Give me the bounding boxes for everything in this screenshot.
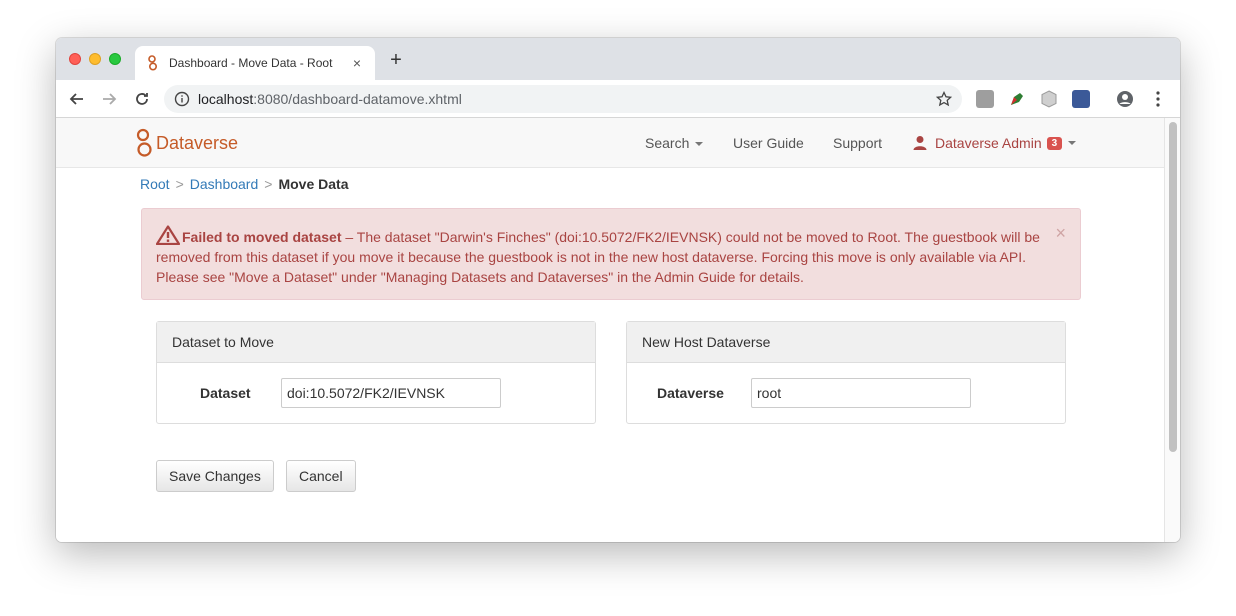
- warning-icon: [156, 225, 180, 245]
- panel-body: Dataverse: [627, 363, 1065, 423]
- url-text[interactable]: localhost:8080/dashboard-datamove.xhtml: [198, 91, 462, 107]
- error-alert: Failed to moved dataset – The dataset "D…: [141, 208, 1081, 300]
- brand-text: Dataverse: [156, 132, 239, 153]
- address-bar[interactable]: localhost:8080/dashboard-datamove.xhtml: [164, 85, 962, 113]
- dataset-to-move-panel: Dataset to Move Dataset: [156, 321, 596, 424]
- page-scrollbar[interactable]: [1164, 118, 1180, 542]
- arrow-left-icon: [69, 93, 83, 105]
- minimize-window-button[interactable]: [89, 53, 101, 65]
- user-icon: [913, 136, 927, 150]
- dataset-input[interactable]: [281, 378, 501, 408]
- site-navbar: Dataverse Search User Guide Support Data…: [56, 118, 1164, 168]
- more-vertical-icon: [1156, 91, 1160, 107]
- extension-pen-icon[interactable]: [1008, 90, 1026, 108]
- forward-button[interactable]: [98, 88, 120, 110]
- info-icon[interactable]: [174, 91, 190, 107]
- tab-strip: Dashboard - Move Data - Root × +: [56, 38, 1180, 80]
- tab-title: Dashboard - Move Data - Root: [169, 56, 333, 70]
- alert-close-button[interactable]: ×: [1055, 223, 1066, 243]
- reload-button[interactable]: [131, 88, 153, 110]
- browser-menu-button[interactable]: [1147, 88, 1169, 110]
- cancel-button[interactable]: Cancel: [286, 460, 356, 492]
- search-menu[interactable]: Search: [645, 135, 704, 151]
- dataverse-label: Dataverse: [657, 385, 724, 401]
- bookmark-star-icon[interactable]: [936, 91, 952, 107]
- user-menu[interactable]: Dataverse Admin 3: [912, 135, 1077, 151]
- panel-heading: New Host Dataverse: [627, 322, 1065, 363]
- panel-heading: Dataset to Move: [157, 322, 595, 363]
- dataverse-input[interactable]: [751, 378, 971, 408]
- account-circle-icon: [1117, 91, 1133, 107]
- extension-shield-icon[interactable]: [1040, 90, 1058, 108]
- browser-window: Dashboard - Move Data - Root × + localho…: [56, 38, 1180, 542]
- notification-badge: 3: [1046, 136, 1063, 150]
- close-window-button[interactable]: [69, 53, 81, 65]
- back-button[interactable]: [66, 88, 88, 110]
- new-tab-button[interactable]: +: [386, 50, 406, 70]
- save-changes-button[interactable]: Save Changes: [156, 460, 274, 492]
- alert-title: Failed to moved dataset: [182, 229, 342, 245]
- dataverse-logo-icon: [136, 128, 152, 157]
- page-content: Dataverse Search User Guide Support Data…: [56, 118, 1164, 542]
- caret-down-icon: [695, 142, 704, 147]
- new-host-dataverse-panel: New Host Dataverse Dataverse: [626, 321, 1066, 424]
- tab-close-icon[interactable]: ×: [349, 55, 365, 71]
- breadcrumb-current: Move Data: [278, 176, 349, 192]
- breadcrumb-separator: >: [175, 176, 184, 192]
- profile-button[interactable]: [1114, 88, 1136, 110]
- arrow-right-icon: [103, 93, 117, 105]
- user-name: Dataverse Admin: [935, 135, 1042, 151]
- breadcrumb-separator: >: [264, 176, 273, 192]
- dataset-label: Dataset: [200, 385, 251, 401]
- tab-dashboard-move-data[interactable]: Dashboard - Move Data - Root ×: [135, 46, 375, 80]
- user-guide-link[interactable]: User Guide: [733, 135, 804, 151]
- support-link[interactable]: Support: [833, 135, 882, 151]
- dataverse-favicon-icon: [148, 55, 158, 71]
- caret-down-icon: [1068, 141, 1077, 145]
- extension-oc-icon[interactable]: [1072, 90, 1090, 108]
- reload-icon: [136, 93, 148, 105]
- dataverse-brand-link[interactable]: Dataverse: [136, 128, 238, 158]
- scrollbar-thumb[interactable]: [1169, 122, 1177, 452]
- zoom-window-button[interactable]: [109, 53, 121, 65]
- extension-g-icon[interactable]: [976, 90, 994, 108]
- breadcrumb: Root > Dashboard > Move Data: [140, 176, 348, 192]
- browser-toolbar: localhost:8080/dashboard-datamove.xhtml: [56, 80, 1180, 118]
- panel-body: Dataset: [157, 363, 595, 423]
- breadcrumb-root-link[interactable]: Root: [140, 176, 170, 192]
- breadcrumb-dashboard-link[interactable]: Dashboard: [190, 176, 259, 192]
